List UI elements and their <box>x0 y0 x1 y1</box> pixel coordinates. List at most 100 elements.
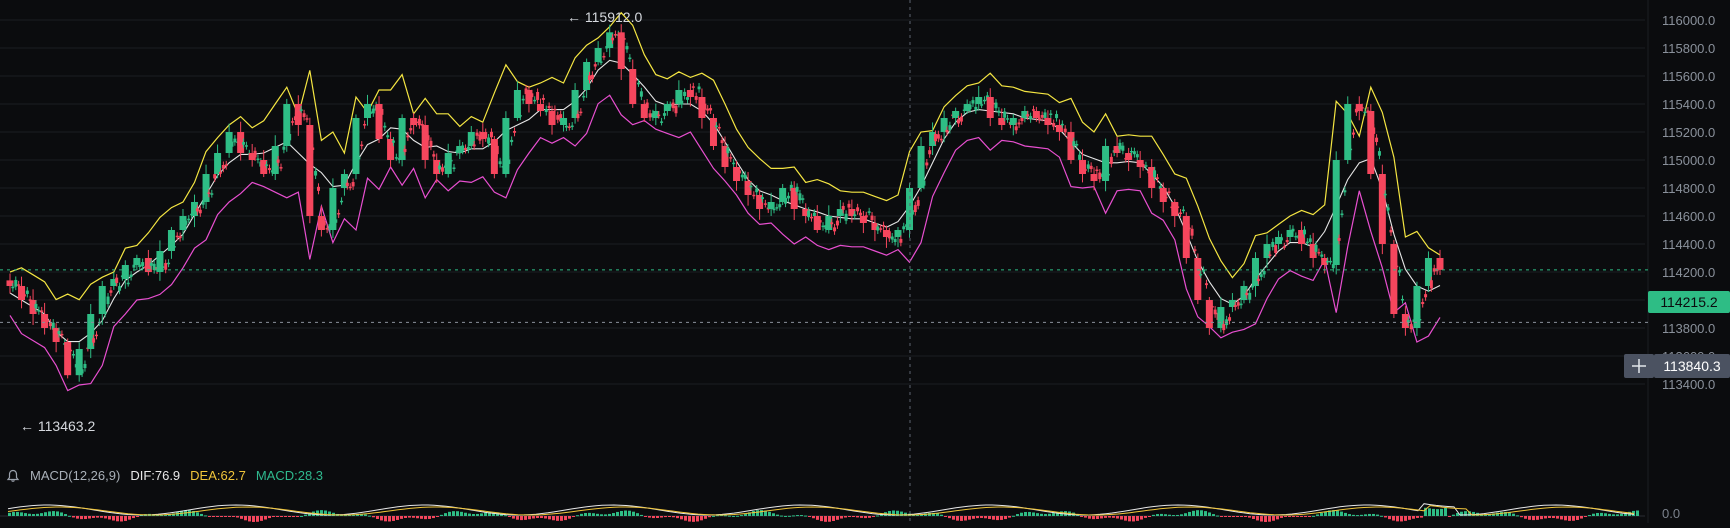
macd-histogram-bar <box>476 513 479 516</box>
candle-body <box>92 338 96 343</box>
macd-histogram-bar <box>48 511 51 516</box>
macd-histogram-bar <box>232 516 235 517</box>
macd-histogram-bar <box>132 516 135 519</box>
candle-body <box>221 164 225 169</box>
macd-histogram-bar <box>68 515 71 517</box>
candle-body <box>660 121 664 123</box>
candle-body <box>994 102 998 109</box>
macd-histogram-bar <box>1004 516 1007 520</box>
candle-body <box>1153 170 1157 178</box>
candle-body <box>440 167 444 172</box>
candlestick-chart[interactable]: 116000.0 115800.0 115600.0 115400.0 115200.0… <box>0 0 1730 523</box>
macd-histogram-bar <box>216 516 219 517</box>
macd-histogram-bar <box>1416 516 1419 518</box>
candle-body <box>902 226 906 230</box>
candle-body <box>363 124 367 126</box>
candle-body <box>391 140 395 143</box>
price-axis[interactable]: 116000.0 115800.0 115600.0 115400.0 115200.0… <box>1662 13 1715 392</box>
price-tick-label: 115800.0 <box>1662 41 1715 56</box>
macd-histogram-bar <box>524 516 527 520</box>
macd-histogram-bar <box>1352 514 1355 516</box>
macd-histogram-bar <box>468 513 471 516</box>
candle-body <box>668 105 672 107</box>
macd-histogram-bar <box>1140 516 1143 520</box>
candle-body <box>1251 285 1255 288</box>
macd-histogram-bar <box>304 514 307 516</box>
candle-body <box>371 108 375 114</box>
candle-body <box>195 208 199 212</box>
candle-body <box>1017 122 1021 125</box>
macd-histogram-bar <box>752 511 755 516</box>
macd-histogram-bar <box>408 516 411 518</box>
macd-histogram-bar <box>572 516 575 517</box>
candle-body <box>945 130 949 133</box>
candle-body <box>1155 177 1159 179</box>
candle-body <box>1390 244 1398 314</box>
candle-body <box>1268 254 1272 257</box>
candle-body <box>714 125 718 128</box>
candle-body <box>755 188 759 193</box>
candle-body <box>466 146 470 150</box>
macd-histogram-bar <box>412 516 415 518</box>
candle-body <box>622 38 626 40</box>
macd-histogram-bar <box>944 516 947 517</box>
macd-histogram-bar <box>584 513 587 516</box>
macd-histogram-bar <box>612 513 615 516</box>
candle-body <box>1121 145 1125 151</box>
macd-histogram-bar <box>604 514 607 516</box>
macd-histogram-bar <box>1636 510 1639 516</box>
macd-histogram-bar <box>696 516 699 522</box>
candle-body <box>351 182 355 187</box>
candle-body <box>178 236 182 239</box>
candle-body <box>1228 317 1232 321</box>
macd-title[interactable]: MACD(12,26,9) <box>30 468 120 483</box>
candle-body <box>1349 148 1353 151</box>
candle-body <box>639 91 643 97</box>
macd-histogram-bar <box>1180 514 1183 516</box>
macd-histogram-bar <box>248 516 251 522</box>
candle-body <box>383 125 387 128</box>
candle-body <box>1213 309 1217 315</box>
macd-histogram-bar <box>440 514 443 516</box>
macd-histogram-bar <box>280 516 283 517</box>
candle-body <box>1182 216 1190 258</box>
candle-body <box>844 213 848 221</box>
candle-body <box>801 198 805 200</box>
candle-body <box>1222 324 1226 331</box>
candle-body <box>1360 107 1364 109</box>
candle-body <box>207 192 211 194</box>
macd-histogram-bar <box>560 516 563 521</box>
candle-body <box>683 91 687 97</box>
macd-histogram-bar <box>128 516 131 520</box>
candle-body <box>634 79 638 81</box>
macd-legend: MACD(12,26,9) DIF:76.9 DEA:62.7 MACD:28.… <box>6 468 323 483</box>
macd-histogram-bar <box>1356 515 1359 517</box>
candle-body <box>997 110 1001 113</box>
candle-body <box>671 102 675 109</box>
macd-histogram-bar <box>88 516 91 519</box>
candle-body <box>302 113 306 118</box>
candle-body <box>1279 237 1283 241</box>
macd-histogram-bar <box>956 516 959 521</box>
candle-body <box>602 56 606 58</box>
crosshair-price-tag[interactable]: 113840.3 <box>1624 354 1730 378</box>
macd-histogram-bar <box>40 513 43 516</box>
macd-histogram-bar <box>20 512 23 516</box>
candle-body <box>37 310 41 312</box>
macd-histogram-bar <box>1024 511 1027 516</box>
candle-body <box>1164 196 1168 199</box>
trading-chart[interactable]: 116000.0 115800.0 115600.0 115400.0 115200.0… <box>0 0 1730 523</box>
macd-histogram-bar <box>464 512 467 516</box>
candle-body <box>821 225 825 228</box>
candle-body <box>835 220 839 226</box>
macd-histogram-bar <box>1164 514 1167 516</box>
macd-histogram-bar <box>596 513 599 516</box>
candle-body <box>1372 127 1376 134</box>
candle-body <box>818 220 822 223</box>
candle-body <box>417 118 421 126</box>
macd-histogram-bar <box>800 515 803 517</box>
macd-histogram-bar <box>8 512 11 516</box>
bell-icon[interactable] <box>6 469 20 483</box>
candle-body <box>409 128 413 131</box>
candle-body <box>299 109 303 111</box>
